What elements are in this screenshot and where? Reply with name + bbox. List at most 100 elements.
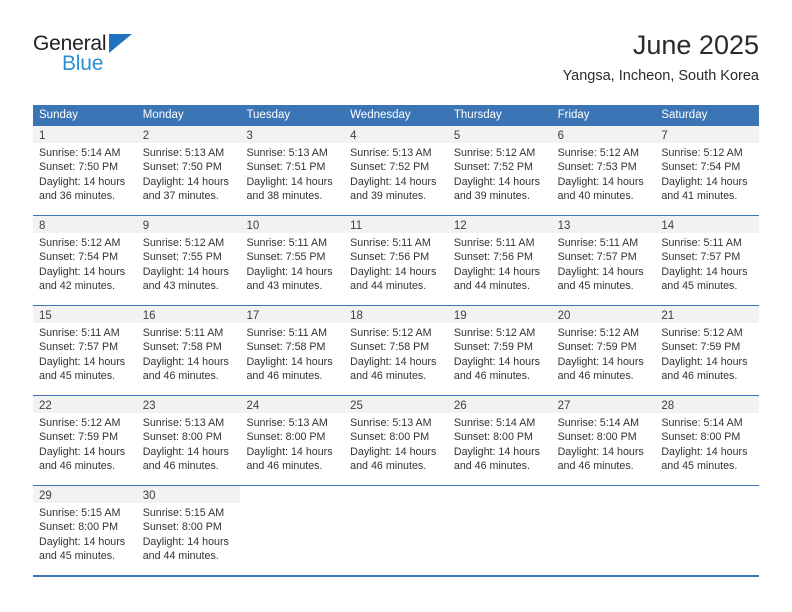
day-cell[interactable]: 2 Sunrise: 5:13 AM Sunset: 7:50 PM Daylight… — [136, 126, 241, 215]
week-row: 15 Sunrise: 5:11 AM Sunset: 7:57 PM Dayligh… — [33, 305, 760, 395]
day-cell[interactable]: 10 Sunrise: 5:11 AM Sunset: 7:55 PM Dayligh… — [240, 216, 345, 305]
day-number: 28 — [661, 400, 675, 412]
day-number-bar: 22 — [33, 396, 137, 413]
day-details: Sunrise: 5:12 AM Sunset: 7:59 PM Daylight:… — [448, 323, 552, 384]
daylight-text-line2: and 43 minutes. — [246, 280, 323, 293]
day-cell[interactable]: 1 Sunrise: 5:14 AM Sunset: 7:50 PM Daylight… — [33, 126, 137, 215]
day-details: Sunrise: 5:11 AM Sunset: 7:57 PM Daylight:… — [655, 233, 759, 294]
daylight-text-line2: and 46 minutes. — [246, 370, 323, 383]
day-number-bar — [344, 486, 448, 503]
sunset-text: Sunset: 8:00 PM — [246, 431, 326, 444]
day-number-bar: 7 — [655, 126, 760, 143]
day-cell-empty — [655, 486, 760, 575]
day-cell[interactable]: 11 Sunrise: 5:11 AM Sunset: 7:56 PM Dayligh… — [344, 216, 448, 305]
daylight-text-line1: Daylight: 14 hours — [557, 175, 644, 188]
sunset-text: Sunset: 7:58 PM — [142, 341, 222, 354]
daylight-text-line2: and 46 minutes. — [557, 460, 634, 473]
day-details: Sunrise: 5:11 AM Sunset: 7:56 PM Daylight:… — [344, 233, 448, 294]
day-number: 30 — [142, 490, 156, 502]
general-blue-logo[interactable]: General Blue — [33, 32, 243, 88]
day-number-bar: 15 — [33, 306, 137, 323]
day-cell[interactable]: 16 Sunrise: 5:11 AM Sunset: 7:58 PM Dayligh… — [136, 306, 241, 395]
day-details: Sunrise: 5:13 AM Sunset: 8:00 PM Daylight:… — [240, 413, 344, 474]
sunset-text: Sunset: 7:54 PM — [661, 161, 741, 174]
sunset-text: Sunset: 7:59 PM — [557, 341, 637, 354]
daylight-text-line2: and 46 minutes. — [246, 460, 323, 473]
day-cell[interactable]: 21 Sunrise: 5:12 AM Sunset: 7:59 PM Dayligh… — [655, 306, 760, 395]
daylight-text-line1: Daylight: 14 hours — [350, 355, 437, 368]
sunset-text: Sunset: 7:57 PM — [661, 251, 741, 264]
sunrise-text: Sunrise: 5:15 AM — [142, 507, 225, 519]
sunrise-text: Sunrise: 5:12 AM — [39, 237, 121, 249]
day-details: Sunrise: 5:12 AM Sunset: 7:55 PM Daylight:… — [137, 233, 241, 294]
day-cell[interactable]: 28 Sunrise: 5:14 AM Sunset: 8:00 PM Dayligh… — [655, 396, 760, 485]
day-number-bar: 24 — [240, 396, 345, 413]
day-cell[interactable]: 19 Sunrise: 5:12 AM Sunset: 7:59 PM Dayligh… — [447, 306, 552, 395]
daylight-text-line2: and 46 minutes. — [142, 460, 219, 473]
sunrise-text: Sunrise: 5:12 AM — [661, 147, 743, 159]
sunset-text: Sunset: 7:50 PM — [142, 161, 222, 174]
daylight-text-line1: Daylight: 14 hours — [453, 175, 541, 188]
day-cell[interactable]: 14 Sunrise: 5:11 AM Sunset: 7:57 PM Dayligh… — [655, 216, 760, 305]
day-cell[interactable]: 24 Sunrise: 5:13 AM Sunset: 8:00 PM Dayligh… — [240, 396, 345, 485]
day-details: Sunrise: 5:11 AM Sunset: 7:58 PM Daylight:… — [137, 323, 241, 384]
day-cell[interactable]: 9 Sunrise: 5:12 AM Sunset: 7:55 PM Daylight… — [136, 216, 241, 305]
day-cell[interactable]: 29 Sunrise: 5:15 AM Sunset: 8:00 PM Dayligh… — [33, 486, 137, 575]
day-cell[interactable]: 15 Sunrise: 5:11 AM Sunset: 7:57 PM Dayligh… — [33, 306, 137, 395]
sunset-text: Sunset: 7:59 PM — [39, 431, 119, 444]
sunrise-text: Sunrise: 5:12 AM — [453, 147, 536, 159]
day-cell[interactable]: 5 Sunrise: 5:12 AM Sunset: 7:52 PM Daylight… — [447, 126, 552, 215]
day-details: Sunrise: 5:12 AM Sunset: 7:59 PM Daylight:… — [655, 323, 759, 384]
day-details: Sunrise: 5:11 AM Sunset: 7:57 PM Daylight:… — [552, 233, 656, 294]
day-cell[interactable]: 25 Sunrise: 5:13 AM Sunset: 8:00 PM Dayligh… — [344, 396, 448, 485]
sunrise-text: Sunrise: 5:11 AM — [246, 237, 328, 249]
sunset-text: Sunset: 8:00 PM — [453, 431, 533, 444]
daylight-text-line1: Daylight: 14 hours — [557, 265, 644, 278]
day-cell[interactable]: 18 Sunrise: 5:12 AM Sunset: 7:58 PM Dayligh… — [344, 306, 448, 395]
day-number-bar — [655, 486, 759, 503]
day-details: Sunrise: 5:13 AM Sunset: 7:50 PM Daylight:… — [137, 143, 241, 204]
daylight-text-line2: and 45 minutes. — [39, 550, 116, 563]
day-number-bar: 29 — [33, 486, 137, 503]
sunrise-text: Sunrise: 5:13 AM — [350, 417, 432, 429]
day-cell[interactable]: 13 Sunrise: 5:11 AM Sunset: 7:57 PM Dayligh… — [551, 216, 656, 305]
day-number-bar: 27 — [551, 396, 656, 413]
day-cell[interactable]: 3 Sunrise: 5:13 AM Sunset: 7:51 PM Daylight… — [240, 126, 345, 215]
day-cell[interactable]: 6 Sunrise: 5:12 AM Sunset: 7:53 PM Daylight… — [551, 126, 656, 215]
day-cell[interactable]: 30 Sunrise: 5:15 AM Sunset: 8:00 PM Dayligh… — [136, 486, 241, 575]
day-details: Sunrise: 5:13 AM Sunset: 7:51 PM Daylight:… — [240, 143, 344, 204]
weeks-container: 1 Sunrise: 5:14 AM Sunset: 7:50 PM Daylight… — [33, 126, 760, 575]
daylight-text-line2: and 45 minutes. — [661, 280, 738, 293]
sunset-text: Sunset: 7:59 PM — [453, 341, 533, 354]
day-cell[interactable]: 23 Sunrise: 5:13 AM Sunset: 8:00 PM Dayligh… — [136, 396, 241, 485]
day-cell[interactable]: 7 Sunrise: 5:12 AM Sunset: 7:54 PM Daylight… — [655, 126, 760, 215]
day-cell[interactable]: 4 Sunrise: 5:13 AM Sunset: 7:52 PM Daylight… — [344, 126, 448, 215]
day-number: 25 — [350, 400, 363, 412]
day-details: Sunrise: 5:11 AM Sunset: 7:55 PM Daylight:… — [240, 233, 344, 294]
day-cell[interactable]: 8 Sunrise: 5:12 AM Sunset: 7:54 PM Daylight… — [33, 216, 137, 305]
daylight-text-line1: Daylight: 14 hours — [350, 445, 437, 458]
day-number-bar: 12 — [447, 216, 552, 233]
daylight-text-line2: and 39 minutes. — [350, 190, 427, 203]
sunrise-text: Sunrise: 5:14 AM — [557, 417, 639, 429]
daylight-text-line1: Daylight: 14 hours — [661, 445, 748, 458]
day-cell[interactable]: 12 Sunrise: 5:11 AM Sunset: 7:56 PM Dayligh… — [447, 216, 552, 305]
daylight-text-line1: Daylight: 14 hours — [557, 445, 644, 458]
day-cell[interactable]: 17 Sunrise: 5:11 AM Sunset: 7:58 PM Dayligh… — [240, 306, 345, 395]
daylight-text-line2: and 39 minutes. — [453, 190, 530, 203]
day-cell[interactable]: 22 Sunrise: 5:12 AM Sunset: 7:59 PM Dayligh… — [33, 396, 137, 485]
day-number-bar: 17 — [240, 306, 345, 323]
weekday-header-monday: Monday — [142, 109, 184, 121]
day-cell[interactable]: 20 Sunrise: 5:12 AM Sunset: 7:59 PM Dayligh… — [551, 306, 656, 395]
week-row: 29 Sunrise: 5:15 AM Sunset: 8:00 PM Dayligh… — [33, 485, 760, 575]
daylight-text-line1: Daylight: 14 hours — [142, 445, 229, 458]
daylight-text-line1: Daylight: 14 hours — [39, 355, 126, 368]
daylight-text-line2: and 41 minutes. — [661, 190, 738, 203]
day-number: 29 — [39, 490, 52, 502]
daylight-text-line1: Daylight: 14 hours — [350, 265, 437, 278]
day-details: Sunrise: 5:12 AM Sunset: 7:53 PM Daylight:… — [552, 143, 656, 204]
day-cell[interactable]: 27 Sunrise: 5:14 AM Sunset: 8:00 PM Dayligh… — [551, 396, 656, 485]
day-cell[interactable]: 26 Sunrise: 5:14 AM Sunset: 8:00 PM Dayligh… — [447, 396, 552, 485]
calendar-bottom-rule — [33, 575, 759, 577]
day-number: 5 — [453, 130, 461, 142]
